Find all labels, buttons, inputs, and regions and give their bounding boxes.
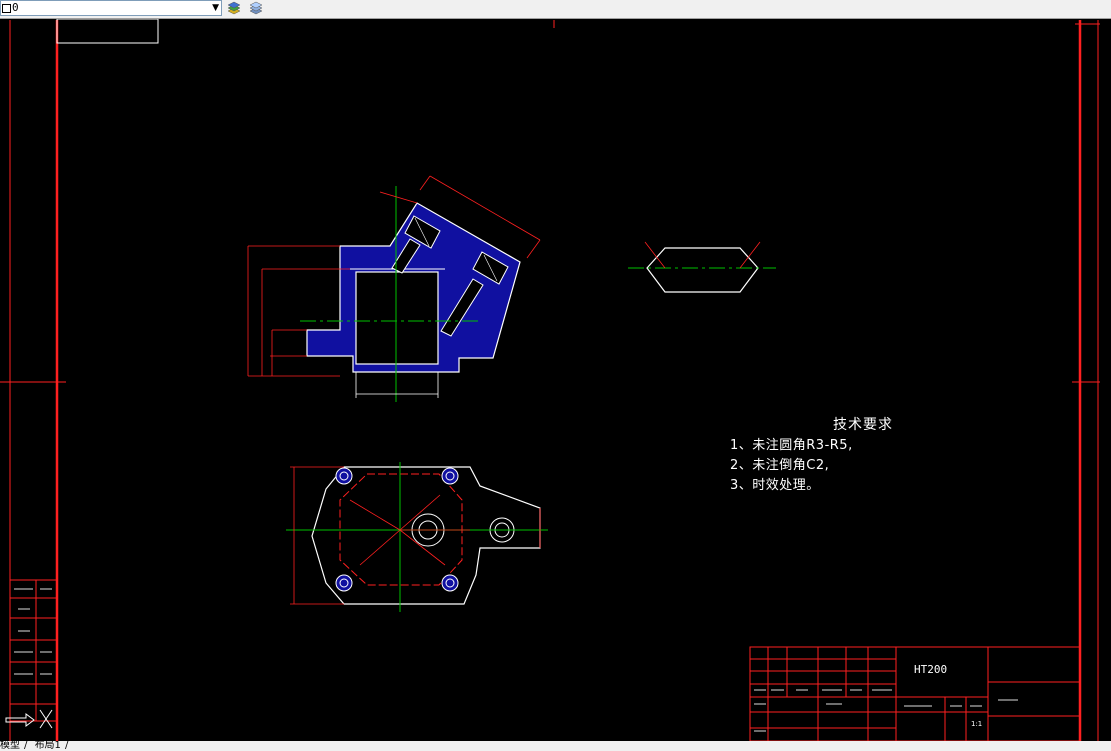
chevron-down-icon[interactable]: ▼	[212, 1, 219, 15]
tech-requirements-title: 技术要求	[833, 417, 893, 433]
drawing-frame	[0, 20, 1100, 741]
layer-dropdown[interactable]: 0 ▼	[0, 0, 222, 16]
section-view	[247, 175, 541, 402]
layer-color-swatch	[2, 4, 11, 13]
layer-toolbar: 0 ▼	[0, 0, 1111, 19]
layout-tabs: 模型 / 布局1/	[0, 741, 1111, 751]
layer-value: 0	[12, 1, 19, 14]
side-title-block	[9, 579, 58, 722]
tech-requirement-1: 1、未注圆角R3-R5,	[730, 438, 853, 453]
viewport-box	[56, 19, 159, 44]
plan-view	[286, 462, 548, 612]
material-label: HT200	[914, 663, 948, 676]
ucs-icon	[5, 709, 53, 729]
tech-requirement-2: 2、未注倒角C2,	[730, 458, 830, 473]
scale-label: 1:1	[971, 720, 983, 728]
tab-model[interactable]: 模型	[0, 741, 20, 751]
title-block	[749, 646, 1081, 741]
layer-properties-icon[interactable]	[226, 1, 242, 17]
tech-requirement-3: 3、时效处理。	[730, 478, 820, 493]
tab-layout1[interactable]: 布局1	[35, 741, 61, 751]
section-cavity	[355, 271, 439, 365]
drawing-canvas[interactable]	[0, 19, 1111, 741]
slot-detail	[628, 241, 776, 293]
layer-previous-icon[interactable]	[248, 1, 264, 17]
